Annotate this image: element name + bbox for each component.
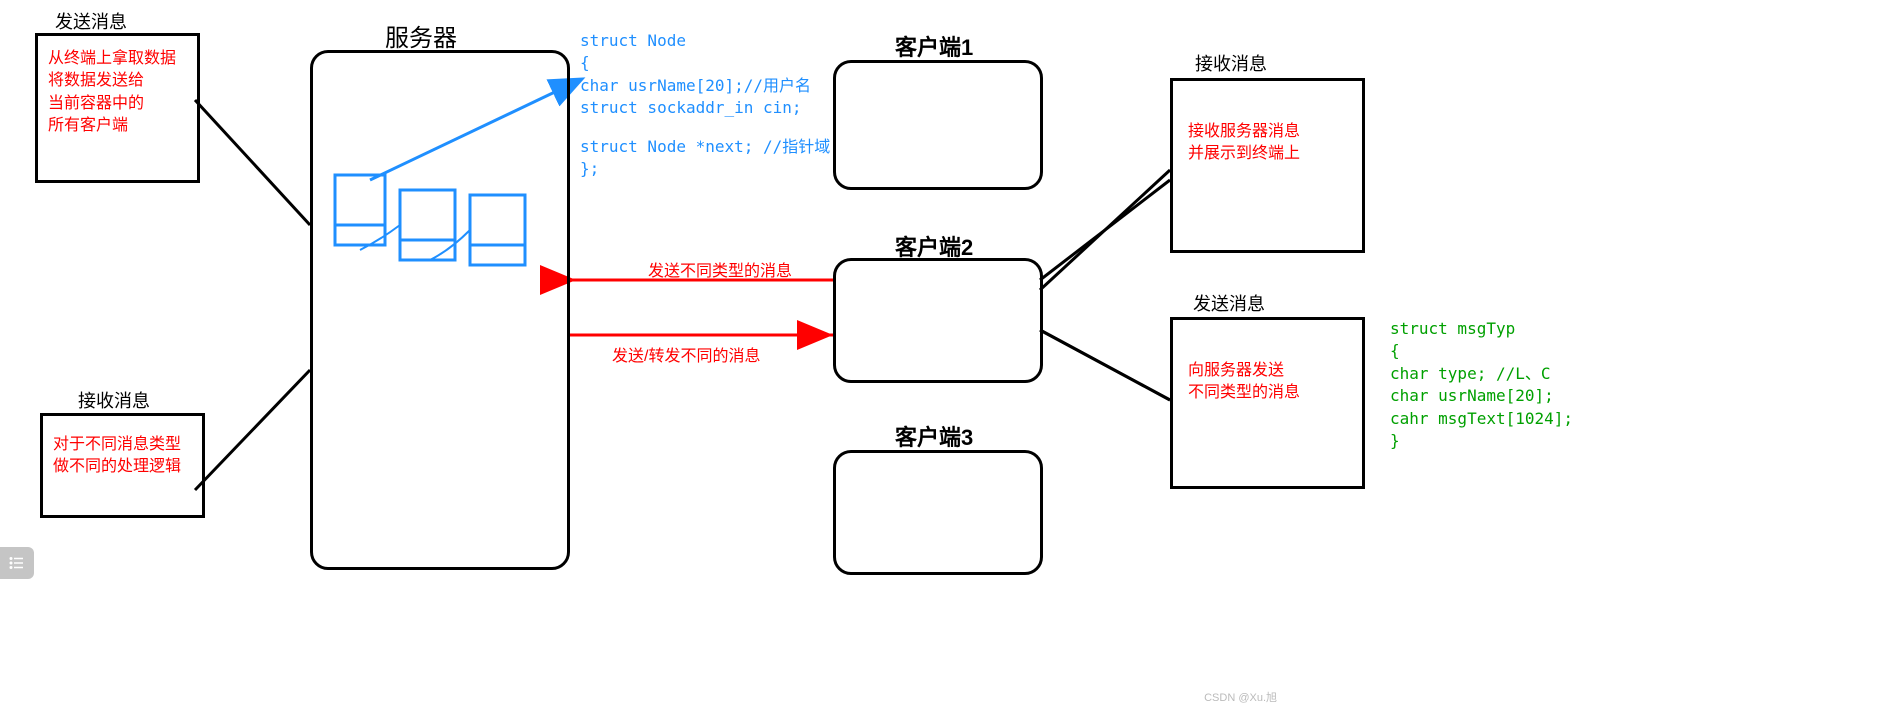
send-right-title: 发送消息 (1193, 290, 1265, 316)
server-box (310, 50, 570, 570)
recv-left-title: 接收消息 (78, 387, 150, 413)
code-line: { (580, 52, 830, 74)
send-right-box: 向服务器发送 不同类型的消息 (1170, 317, 1365, 489)
code-line: }; (580, 158, 830, 180)
text-line: 并展示到终端上 (1188, 143, 1347, 165)
send-left-box: 从终端上拿取数据 将数据发送给 当前容器中的 所有客户端 (35, 33, 200, 183)
text-line: 将数据发送给 (48, 70, 187, 92)
watermark: CSDN @Xu.旭 (1204, 689, 1277, 705)
code-line: struct msgTyp (1390, 318, 1573, 340)
text-line: 做不同的处理逻辑 (53, 456, 192, 478)
text-line: 当前容器中的 (48, 93, 187, 115)
code-line: struct Node (580, 30, 830, 52)
code-line (580, 120, 830, 136)
list-icon (8, 554, 26, 572)
text-line: 不同类型的消息 (1188, 382, 1347, 404)
client3-title: 客户端3 (895, 420, 973, 452)
code-line: char usrName[20];//用户名 (580, 75, 830, 97)
text-line: 接收服务器消息 (1188, 121, 1347, 143)
text-line: 所有客户端 (48, 115, 187, 137)
client2-box (833, 258, 1043, 383)
struct-node-code: struct Node { char usrName[20];//用户名 str… (580, 30, 830, 180)
code-line: char usrName[20]; (1390, 385, 1573, 407)
code-line: struct Node *next; //指针域 (580, 136, 830, 158)
code-line: char type; //L、C (1390, 363, 1573, 385)
text-line: 从终端上拿取数据 (48, 48, 187, 70)
recv-right-box: 接收服务器消息 并展示到终端上 (1170, 78, 1365, 253)
send-right-text: 向服务器发送 不同类型的消息 (1173, 320, 1362, 445)
text-line: 向服务器发送 (1188, 360, 1347, 382)
server-title: 服务器 (385, 18, 457, 53)
code-line: { (1390, 340, 1573, 362)
struct-msg-code: struct msgTyp { char type; //L、C char us… (1390, 318, 1573, 452)
recv-left-box: 对于不同消息类型 做不同的处理逻辑 (40, 413, 205, 518)
recv-right-text: 接收服务器消息 并展示到终端上 (1173, 81, 1362, 206)
code-line: struct sockaddr_in cin; (580, 97, 830, 119)
toc-button[interactable] (0, 547, 34, 579)
client1-box (833, 60, 1043, 190)
send-left-title: 发送消息 (55, 8, 127, 34)
text-line: 对于不同消息类型 (53, 434, 192, 456)
recv-left-text: 对于不同消息类型 做不同的处理逻辑 (43, 416, 202, 497)
code-line: cahr msgText[1024]; (1390, 408, 1573, 430)
recv-right-title: 接收消息 (1195, 50, 1267, 76)
arrow-label-top: 发送不同类型的消息 (648, 257, 792, 281)
client3-box (833, 450, 1043, 575)
code-line: } (1390, 430, 1573, 452)
client1-title: 客户端1 (895, 30, 973, 62)
send-left-text: 从终端上拿取数据 将数据发送给 当前容器中的 所有客户端 (38, 36, 197, 150)
arrow-label-bottom: 发送/转发不同的消息 (612, 342, 760, 366)
